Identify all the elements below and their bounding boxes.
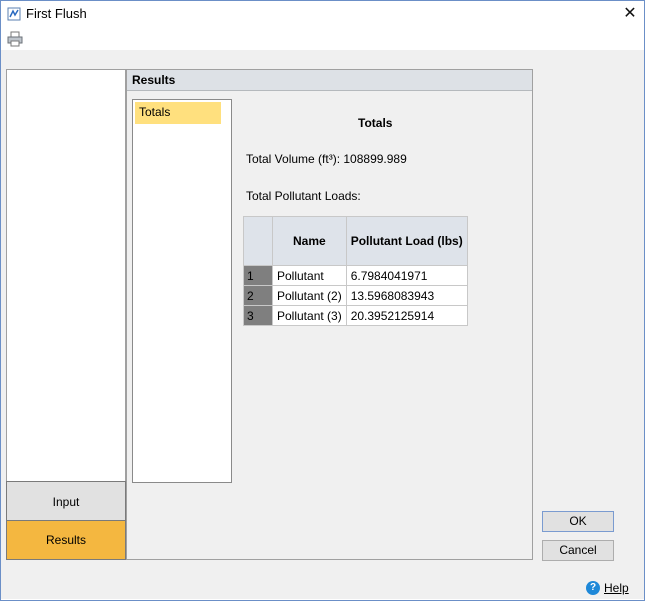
- print-icon[interactable]: [5, 30, 25, 48]
- row-index[interactable]: 2: [243, 285, 273, 306]
- cell-name[interactable]: Pollutant (3): [272, 305, 347, 326]
- row-index[interactable]: 1: [243, 265, 273, 286]
- table-row[interactable]: 1 Pollutant 6.7984041971: [243, 265, 468, 286]
- toolbar: [1, 28, 644, 50]
- cell-load[interactable]: 20.3952125914: [345, 305, 468, 326]
- cell-load[interactable]: 6.7984041971: [345, 265, 468, 286]
- results-panel: Results Totals Totals Total Volume (ft³)…: [126, 69, 533, 560]
- pollutant-loads-label: Total Pollutant Loads:: [246, 189, 361, 203]
- title-bar: First Flush ✕: [1, 1, 644, 27]
- report-title: Totals: [358, 116, 393, 130]
- results-tree: Totals: [132, 99, 232, 483]
- total-volume-label: Total Volume (ft³):: [246, 152, 341, 166]
- table-row[interactable]: 3 Pollutant (3) 20.3952125914: [243, 305, 468, 326]
- table-header-row: Name Pollutant Load (lbs): [243, 216, 468, 266]
- app-icon: [7, 7, 21, 21]
- cell-name[interactable]: Pollutant (2): [272, 285, 347, 306]
- window-title: First Flush: [26, 6, 87, 21]
- row-index[interactable]: 3: [243, 305, 273, 326]
- row-header-corner: [243, 216, 273, 266]
- results-header: Results: [127, 70, 532, 91]
- help-icon[interactable]: ?: [586, 581, 600, 595]
- nav-results-button[interactable]: Results: [6, 520, 126, 560]
- cell-name[interactable]: Pollutant: [272, 265, 347, 286]
- tree-item-totals[interactable]: Totals: [135, 102, 221, 124]
- cancel-button[interactable]: Cancel: [542, 540, 614, 561]
- total-volume-value: 108899.989: [343, 152, 407, 166]
- table-row[interactable]: 2 Pollutant (2) 13.5968083943: [243, 285, 468, 306]
- help-label[interactable]: Help: [604, 581, 629, 595]
- total-volume: Total Volume (ft³): 108899.989: [246, 152, 407, 166]
- column-header-name[interactable]: Name: [272, 216, 347, 266]
- close-button[interactable]: ✕: [619, 4, 641, 24]
- pollutant-loads-table: Name Pollutant Load (lbs) 1 Pollutant 6.…: [243, 216, 468, 326]
- column-header-load[interactable]: Pollutant Load (lbs): [345, 216, 468, 266]
- ok-button[interactable]: OK: [542, 511, 614, 532]
- nav-input-button[interactable]: Input: [6, 481, 126, 521]
- cell-load[interactable]: 13.5968083943: [345, 285, 468, 306]
